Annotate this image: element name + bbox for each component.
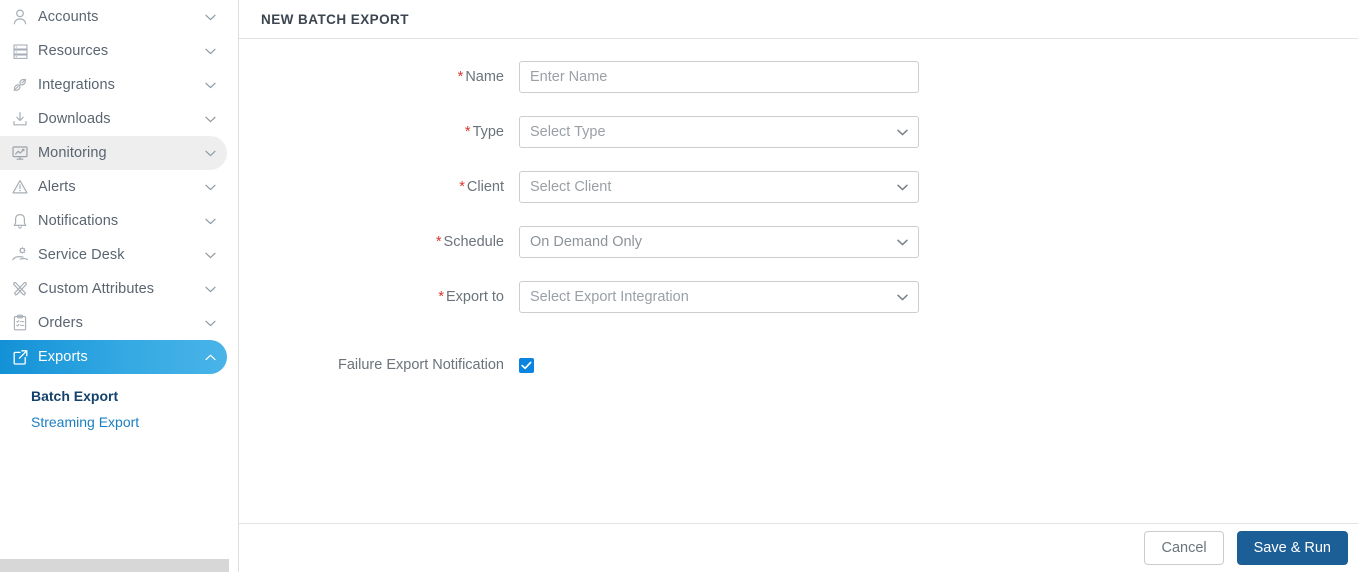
required-marker: * bbox=[435, 234, 442, 250]
chevron-up-icon[interactable] bbox=[203, 350, 217, 364]
page-header: NEW BATCH EXPORT bbox=[239, 0, 1358, 39]
form-row-schedule: * Schedule On Demand Only bbox=[239, 226, 919, 258]
batch-export-form: * Name Enter Name * Type Select Type * C… bbox=[239, 39, 1358, 523]
required-marker: * bbox=[438, 289, 444, 305]
sidebar-scrollbar-thumb[interactable] bbox=[0, 559, 229, 572]
export-box-arrow-icon bbox=[8, 346, 32, 368]
download-icon bbox=[8, 108, 32, 130]
required-marker: * bbox=[457, 69, 464, 85]
save-and-run-button[interactable]: Save & Run bbox=[1236, 531, 1348, 565]
sidebar-item-custom-attributes[interactable]: Custom Attributes bbox=[0, 272, 227, 306]
sidebar-horizontal-scrollbar[interactable] bbox=[0, 558, 229, 572]
chevron-down-icon[interactable] bbox=[203, 248, 217, 262]
sidebar-subitem-batch-export[interactable]: Batch Export bbox=[0, 383, 238, 409]
sidebar-item-monitoring[interactable]: Monitoring bbox=[0, 136, 227, 170]
type-select-value: Select Type bbox=[530, 124, 606, 140]
sidebar-item-label: Resources bbox=[38, 43, 109, 59]
sidebar-item-notifications[interactable]: Notifications bbox=[0, 204, 227, 238]
form-row-client: * Client Select Client bbox=[239, 171, 919, 203]
warning-triangle-icon bbox=[8, 176, 32, 198]
type-label-text: Type bbox=[472, 124, 504, 140]
sidebar-item-exports[interactable]: Exports bbox=[0, 340, 227, 374]
form-row-type: * Type Select Type bbox=[239, 116, 919, 148]
required-marker: * bbox=[459, 179, 465, 195]
main-panel: NEW BATCH EXPORT * Name Enter Name * Type … bbox=[239, 0, 1358, 572]
chevron-down-icon[interactable] bbox=[203, 112, 217, 126]
clipboard-icon bbox=[8, 312, 32, 334]
bell-icon bbox=[8, 210, 32, 232]
chevron-down-icon[interactable] bbox=[203, 282, 217, 296]
chevron-down-icon[interactable] bbox=[896, 291, 908, 303]
client-label-text: Client bbox=[466, 179, 504, 195]
chevron-down-icon[interactable] bbox=[203, 180, 217, 194]
form-row-name: * Name Enter Name bbox=[239, 61, 919, 93]
sidebar-item-label: Orders bbox=[38, 315, 83, 331]
server-icon bbox=[8, 40, 32, 62]
chevron-down-icon[interactable] bbox=[203, 44, 217, 58]
sidebar-submenu-exports: Batch Export Streaming Export bbox=[0, 383, 238, 435]
failure-notification-checkbox[interactable] bbox=[519, 357, 534, 373]
sidebar-item-resources[interactable]: Resources bbox=[0, 34, 227, 68]
chevron-down-icon[interactable] bbox=[203, 214, 217, 228]
sidebar-item-alerts[interactable]: Alerts bbox=[0, 170, 227, 204]
sidebar-item-label: Exports bbox=[38, 349, 88, 365]
monitor-chart-icon bbox=[8, 142, 32, 164]
sidebar-item-integrations[interactable]: Integrations bbox=[0, 68, 227, 102]
export-to-label-text: Export to bbox=[445, 289, 504, 305]
export-to-select-value: Select Export Integration bbox=[530, 289, 689, 305]
crossed-tools-icon bbox=[8, 278, 32, 300]
name-label: * Name bbox=[239, 69, 519, 85]
sidebar-item-service-desk[interactable]: Service Desk bbox=[0, 238, 227, 272]
export-to-label: * Export to bbox=[239, 289, 519, 305]
user-icon bbox=[8, 6, 32, 28]
cancel-button[interactable]: Cancel bbox=[1144, 531, 1224, 565]
chevron-down-icon[interactable] bbox=[896, 236, 908, 248]
sidebar-item-label: Accounts bbox=[38, 9, 99, 25]
schedule-label: * Schedule bbox=[239, 234, 519, 250]
chevron-down-icon[interactable] bbox=[203, 316, 217, 330]
chevron-down-icon[interactable] bbox=[203, 10, 217, 24]
sidebar-item-label: Service Desk bbox=[38, 247, 125, 263]
sidebar-subitem-streaming-export[interactable]: Streaming Export bbox=[0, 409, 238, 435]
sidebar-item-label: Downloads bbox=[38, 111, 111, 127]
form-row-export-to: * Export to Select Export Integration bbox=[239, 281, 919, 313]
type-select[interactable]: Select Type bbox=[519, 116, 919, 148]
hand-gear-icon bbox=[8, 244, 32, 266]
sidebar-item-label: Notifications bbox=[38, 213, 119, 229]
sidebar-item-label: Monitoring bbox=[38, 145, 107, 161]
sidebar-nav-list: Accounts Resources Integrations Download… bbox=[0, 0, 238, 374]
chevron-down-icon[interactable] bbox=[203, 78, 217, 92]
sidebar-item-orders[interactable]: Orders bbox=[0, 306, 227, 340]
failure-notification-label: Failure Export Notification bbox=[337, 357, 504, 373]
sidebar-item-label: Alerts bbox=[38, 179, 76, 195]
name-input-placeholder: Enter Name bbox=[530, 69, 608, 85]
sidebar-item-label: Integrations bbox=[38, 77, 115, 93]
client-select[interactable]: Select Client bbox=[519, 171, 919, 203]
chevron-down-icon[interactable] bbox=[203, 146, 217, 160]
schedule-label-text: Schedule bbox=[443, 234, 504, 250]
sidebar-item-label: Custom Attributes bbox=[38, 281, 155, 297]
schedule-select[interactable]: On Demand Only bbox=[519, 226, 919, 258]
chevron-down-icon[interactable] bbox=[896, 126, 908, 138]
chevron-down-icon[interactable] bbox=[896, 181, 908, 193]
client-select-value: Select Client bbox=[530, 179, 612, 195]
sidebar-item-accounts[interactable]: Accounts bbox=[0, 0, 227, 34]
type-label: * Type bbox=[239, 124, 519, 140]
form-row-failure-notification: Failure Export Notification bbox=[239, 357, 534, 373]
client-label: * Client bbox=[239, 179, 519, 195]
sidebar: Accounts Resources Integrations Download… bbox=[0, 0, 239, 572]
application-window: Accounts Resources Integrations Download… bbox=[0, 0, 1358, 572]
required-marker: * bbox=[464, 124, 471, 140]
name-input[interactable]: Enter Name bbox=[519, 61, 919, 93]
schedule-select-value: On Demand Only bbox=[530, 234, 643, 250]
name-label-text: Name bbox=[465, 69, 504, 85]
page-title: NEW BATCH EXPORT bbox=[261, 11, 409, 27]
sidebar-item-downloads[interactable]: Downloads bbox=[0, 102, 227, 136]
plug-icon bbox=[8, 74, 32, 96]
form-footer: Cancel Save & Run bbox=[239, 523, 1358, 572]
export-to-select[interactable]: Select Export Integration bbox=[519, 281, 919, 313]
